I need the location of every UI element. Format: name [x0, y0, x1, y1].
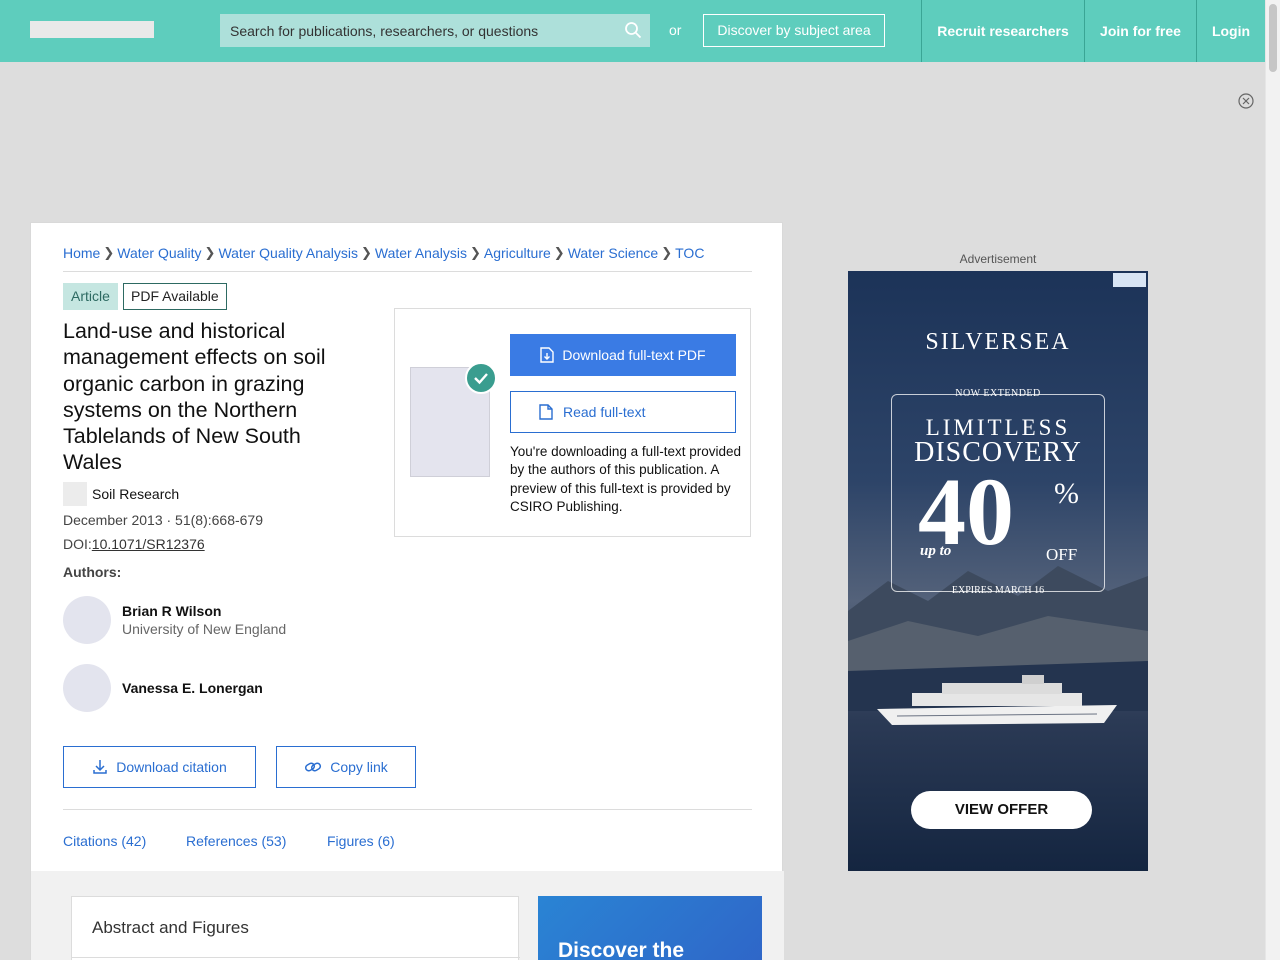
- download-icon: [93, 760, 107, 774]
- join-for-free-link[interactable]: Join for free: [1084, 0, 1196, 62]
- download-citation-label: Download citation: [116, 759, 227, 775]
- download-citation-button[interactable]: Download citation: [63, 746, 256, 788]
- breadcrumb-water-analysis[interactable]: Water Analysis: [375, 245, 467, 261]
- file-download-icon: [540, 347, 555, 363]
- breadcrumb: Home ❯ Water Quality ❯ Water Quality Ana…: [63, 245, 704, 261]
- ad-up-to: up to: [920, 543, 952, 559]
- full-text-download-panel: Download full-text PDF Read full-text Yo…: [394, 308, 751, 537]
- link-icon: [305, 762, 322, 772]
- publication-title: Land-use and historical management effec…: [63, 319, 326, 475]
- chevron-right-icon: ❯: [553, 245, 565, 260]
- recruit-researchers-link[interactable]: Recruit researchers: [921, 0, 1084, 62]
- divider: [63, 271, 752, 272]
- page-scrollbar[interactable]: [1265, 0, 1280, 960]
- download-pdf-label: Download full-text PDF: [562, 347, 706, 363]
- breadcrumb-water-quality[interactable]: Water Quality: [117, 245, 201, 261]
- doi-label: DOI:: [63, 536, 92, 552]
- breadcrumb-agriculture[interactable]: Agriculture: [484, 245, 551, 261]
- file-icon: [539, 404, 553, 420]
- divider: [63, 809, 752, 810]
- abstract-panel: Abstract and Figures: [71, 896, 520, 960]
- close-ad-icon[interactable]: [1238, 93, 1254, 109]
- ad-percent-sign: %: [1054, 477, 1079, 510]
- scrollbar-thumb[interactable]: [1269, 4, 1277, 72]
- discover-by-subject-button[interactable]: Discover by subject area: [703, 14, 885, 47]
- article-type-badge: Article: [63, 283, 118, 310]
- ad-extended-text: NOW EXTENDED: [955, 388, 1041, 399]
- doi: DOI:10.1071/SR12376: [63, 536, 205, 552]
- authors-label: Authors:: [63, 564, 122, 580]
- author-name[interactable]: Brian R Wilson: [122, 603, 221, 619]
- promo-banner[interactable]: Discover the: [538, 896, 762, 960]
- breadcrumb-water-science[interactable]: Water Science: [568, 245, 659, 261]
- login-link[interactable]: Login: [1196, 0, 1265, 62]
- tab-figures[interactable]: Figures (6): [327, 833, 395, 849]
- chevron-right-icon: ❯: [469, 245, 481, 260]
- download-note: You're downloading a full-text provided …: [510, 444, 741, 514]
- avatar[interactable]: [63, 664, 111, 712]
- author-name[interactable]: Vanessa E. Lonergan: [122, 680, 263, 696]
- tab-references[interactable]: References (53): [186, 833, 286, 849]
- abstract-title: Abstract and Figures: [92, 918, 249, 937]
- read-full-text-label: Read full-text: [563, 404, 646, 420]
- read-full-text-button[interactable]: Read full-text: [510, 391, 736, 433]
- advertisement-banner[interactable]: SILVERSEA NOW EXTENDED LIMITLESS DISCOVE…: [848, 271, 1148, 871]
- copy-link-label: Copy link: [330, 759, 388, 775]
- journal-icon: [63, 482, 87, 506]
- chevron-right-icon: ❯: [103, 245, 115, 260]
- publication-date: December 2013 · 51(8):668-679: [63, 512, 264, 528]
- author-affiliation: University of New England: [122, 621, 287, 637]
- chevron-right-icon: ❯: [360, 245, 372, 260]
- site-logo[interactable]: [30, 21, 154, 38]
- avatar[interactable]: [63, 596, 111, 644]
- copy-link-button[interactable]: Copy link: [276, 746, 416, 788]
- promo-text: Discover the: [558, 939, 685, 960]
- pdf-available-badge: PDF Available: [123, 283, 227, 310]
- view-offer-button[interactable]: VIEW OFFER: [911, 791, 1092, 829]
- ad-expiry: EXPIRES MARCH 16: [951, 585, 1045, 596]
- cruise-ship-image: [877, 675, 1117, 725]
- or-label: or: [669, 22, 682, 38]
- download-full-text-pdf-button[interactable]: Download full-text PDF: [510, 334, 736, 376]
- journal-name[interactable]: Soil Research: [92, 486, 179, 502]
- search-icon[interactable]: [624, 21, 642, 39]
- publication-card: Home ❯ Water Quality ❯ Water Quality Ana…: [30, 222, 784, 960]
- ad-brand: SILVERSEA: [925, 329, 1071, 355]
- search-input[interactable]: [220, 14, 620, 47]
- doi-link[interactable]: 10.1071/SR12376: [92, 536, 205, 552]
- lower-content-area: Abstract and Figures Discover the: [31, 871, 784, 960]
- breadcrumb-water-quality-analysis[interactable]: Water Quality Analysis: [218, 245, 358, 261]
- tab-citations[interactable]: Citations (42): [63, 833, 146, 849]
- ad-choices-icon[interactable]: [1113, 273, 1146, 287]
- search-bar[interactable]: [220, 14, 650, 47]
- advertisement-label: Advertisement: [959, 252, 1037, 266]
- chevron-right-icon: ❯: [204, 245, 216, 260]
- divider: [72, 957, 520, 958]
- breadcrumb-toc[interactable]: TOC: [675, 245, 704, 261]
- chevron-right-icon: ❯: [661, 245, 673, 260]
- ad-off: OFF: [1046, 545, 1078, 564]
- top-navigation-bar: or Discover by subject area Recruit rese…: [0, 0, 1265, 62]
- breadcrumb-home[interactable]: Home: [63, 245, 100, 261]
- check-icon: [465, 362, 497, 394]
